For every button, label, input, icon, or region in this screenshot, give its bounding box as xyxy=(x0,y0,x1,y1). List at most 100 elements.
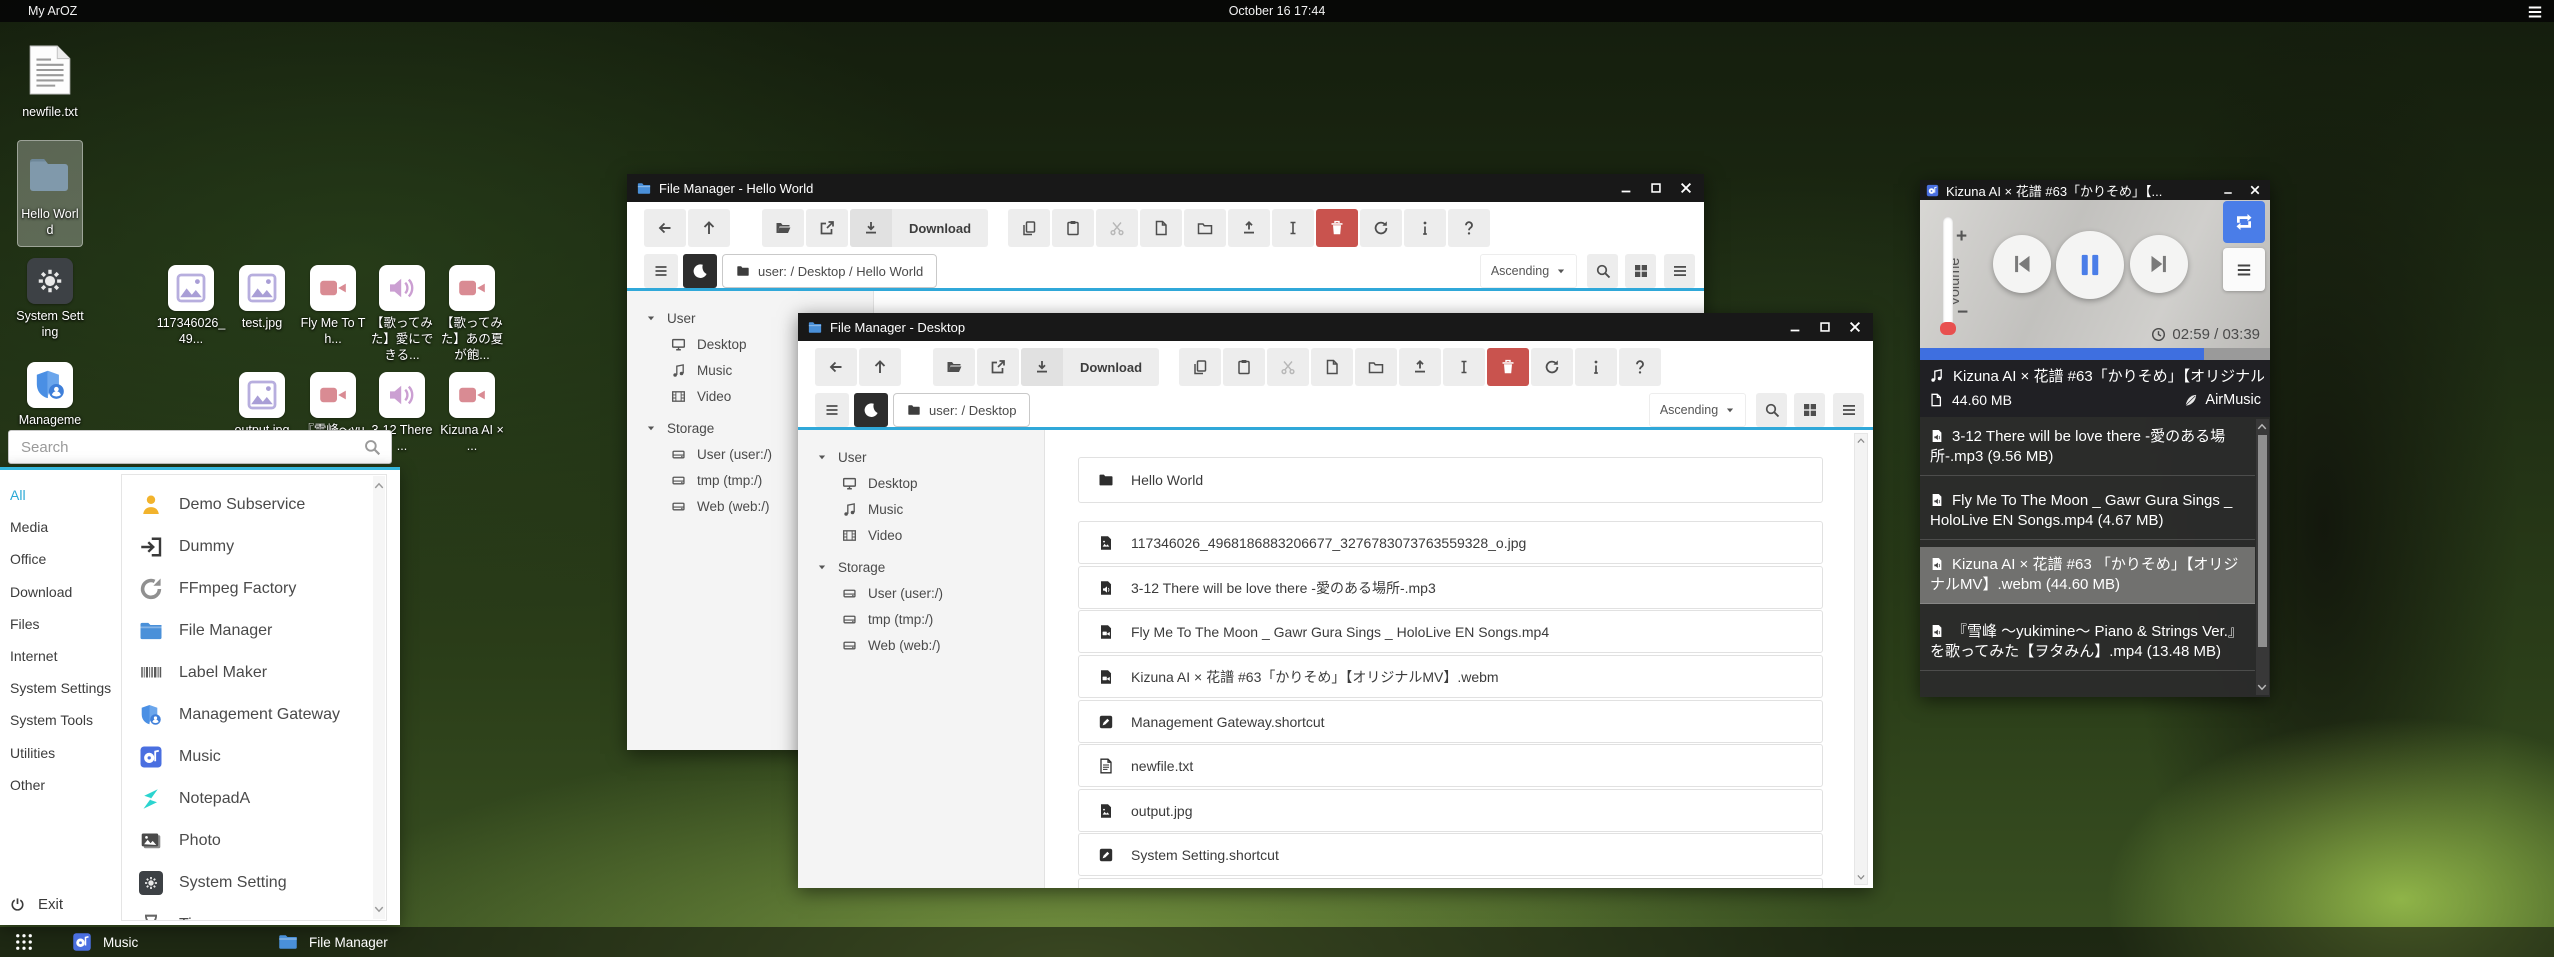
file-row-newfile-txt[interactable]: newfile.txt xyxy=(1078,744,1823,787)
player-menu-button[interactable] xyxy=(2223,248,2265,291)
category-system-tools[interactable]: System Tools xyxy=(0,704,120,736)
grid-view-button[interactable] xyxy=(1794,393,1825,427)
dark-mode-button[interactable] xyxy=(854,393,888,427)
download-button[interactable]: Download xyxy=(850,209,988,247)
sidebar-item-music[interactable]: Music xyxy=(798,496,1044,522)
playlist-item-1[interactable]: Fly Me To The Moon _ Gawr Gura Sings _ H… xyxy=(1920,483,2255,540)
category-download[interactable]: Download xyxy=(0,576,120,608)
new-file-button[interactable] xyxy=(1140,209,1182,247)
app-label-maker[interactable]: Label Maker xyxy=(122,652,372,694)
up-button[interactable] xyxy=(859,348,901,386)
scrollbar-thumb[interactable] xyxy=(2258,435,2267,647)
app-music[interactable]: Music xyxy=(122,736,372,778)
breadcrumb[interactable]: user: / Desktop / Hello World xyxy=(722,254,937,288)
sidebar-item-user-drive[interactable]: User (user:/) xyxy=(798,580,1044,606)
file-row-management-gateway-shortcut[interactable]: Management Gateway.shortcut xyxy=(1078,700,1823,743)
refresh-button[interactable] xyxy=(1531,348,1573,386)
playlist-item-0[interactable]: 3-12 There will be love there -愛のある場所-.m… xyxy=(1920,419,2255,476)
desktop-icon-management-gateway[interactable]: Manageme xyxy=(8,362,92,428)
desktop-icon-kizuna-ai[interactable]: Kizuna AI × ... xyxy=(430,372,514,454)
volume-slider[interactable] xyxy=(1943,217,1953,329)
new-folder-button[interactable] xyxy=(1355,348,1397,386)
sidebar-item-video[interactable]: Video xyxy=(798,522,1044,548)
list-view-button[interactable] xyxy=(1664,254,1695,288)
back-button[interactable] xyxy=(644,209,686,247)
open-new-tab-button[interactable] xyxy=(806,209,848,247)
title-bar[interactable]: File Manager - Hello World xyxy=(627,174,1704,202)
search-input[interactable] xyxy=(19,438,363,457)
volume-down-button[interactable]: − xyxy=(1957,302,1968,324)
sidebar-toggle-button[interactable] xyxy=(644,254,678,288)
app-system-setting[interactable]: System Setting xyxy=(122,862,372,904)
app-list-scrollbar[interactable] xyxy=(373,476,385,919)
refresh-button[interactable] xyxy=(1360,209,1402,247)
close-button[interactable] xyxy=(1672,174,1700,202)
app-timer[interactable]: Timer xyxy=(122,904,372,921)
minimize-button[interactable] xyxy=(1612,174,1640,202)
delete-button[interactable] xyxy=(1316,209,1358,247)
category-office[interactable]: Office xyxy=(0,543,120,575)
playlist-item-2[interactable]: Kizuna AI × 花譜 #63 「かりそめ」【オリジナルMV】.webm … xyxy=(1920,547,2255,604)
file-row-hello-world[interactable]: Hello World xyxy=(1078,457,1823,503)
rename-button[interactable] xyxy=(1272,209,1314,247)
minimize-button[interactable] xyxy=(1781,313,1809,341)
search-box[interactable] xyxy=(8,430,392,464)
taskbar-item-file-manager[interactable]: File Manager xyxy=(278,927,388,957)
copy-button[interactable] xyxy=(1008,209,1050,247)
delete-button[interactable] xyxy=(1487,348,1529,386)
close-button[interactable] xyxy=(1841,313,1869,341)
breadcrumb[interactable]: user: / Desktop xyxy=(893,393,1030,427)
category-utilities[interactable]: Utilities xyxy=(0,737,120,769)
info-button[interactable] xyxy=(1404,209,1446,247)
desktop-icon-system-setting[interactable]: System Setting xyxy=(8,258,92,340)
file-row-kizuna-ai[interactable]: Kizuna AI × 花譜 #63「かりそめ」【オリジナルMV】.webm xyxy=(1078,655,1823,698)
paste-button[interactable] xyxy=(1052,209,1094,247)
app-management-gateway[interactable]: Management Gateway xyxy=(122,694,372,736)
help-button[interactable] xyxy=(1619,348,1661,386)
open-new-tab-button[interactable] xyxy=(977,348,1019,386)
open-button[interactable] xyxy=(933,348,975,386)
volume-slider-handle[interactable] xyxy=(1940,322,1956,335)
up-button[interactable] xyxy=(688,209,730,247)
app-file-manager[interactable]: File Manager xyxy=(122,610,372,652)
download-button[interactable]: Download xyxy=(1021,348,1159,386)
app-demo-subservice[interactable]: Demo Subservice xyxy=(122,484,372,526)
sort-dropdown[interactable]: Ascending xyxy=(1649,393,1746,427)
category-system-settings[interactable]: System Settings xyxy=(0,672,120,704)
progress-bar[interactable] xyxy=(1920,348,2270,360)
pause-button[interactable] xyxy=(2056,231,2124,299)
paste-button[interactable] xyxy=(1223,348,1265,386)
info-button[interactable] xyxy=(1575,348,1617,386)
open-button[interactable] xyxy=(762,209,804,247)
desktop-icon-utattemita-natsu[interactable]: 【歌ってみた】あの夏が飽... xyxy=(430,265,514,363)
app-notepada[interactable]: NotepadA xyxy=(122,778,372,820)
playlist-scrollbar[interactable] xyxy=(2256,419,2269,695)
file-row-117346026[interactable]: 117346026_4968186883206677_3276783073763… xyxy=(1078,521,1823,564)
minimize-button[interactable] xyxy=(2216,180,2240,200)
category-internet[interactable]: Internet xyxy=(0,640,120,672)
maximize-button[interactable] xyxy=(1642,174,1670,202)
file-row-output-jpg[interactable]: output.jpg xyxy=(1078,789,1823,832)
next-track-button[interactable] xyxy=(2130,235,2188,293)
playlist-item-3[interactable]: 『雪峰 ～yukimine～ Piano & Strings Ver.』を歌って… xyxy=(1920,614,2255,671)
app-dummy[interactable]: Dummy xyxy=(122,526,372,568)
sidebar-toggle-button[interactable] xyxy=(815,393,849,427)
sidebar-item-web-drive[interactable]: Web (web:/) xyxy=(798,632,1044,658)
file-row-fly-me-to-the-moon[interactable]: Fly Me To The Moon _ Gawr Gura Sings _ H… xyxy=(1078,610,1823,653)
back-button[interactable] xyxy=(815,348,857,386)
file-row-system-setting-shortcut[interactable]: System Setting.shortcut xyxy=(1078,833,1823,876)
cut-button[interactable] xyxy=(1096,209,1138,247)
file-row-3-12-there[interactable]: 3-12 There will be love there -愛のある場所-.m… xyxy=(1078,566,1823,609)
category-files[interactable]: Files xyxy=(0,608,120,640)
sort-dropdown[interactable]: Ascending xyxy=(1480,254,1577,288)
dark-mode-button[interactable] xyxy=(683,254,717,288)
search-button[interactable] xyxy=(1587,254,1618,288)
sidebar-item-desktop[interactable]: Desktop xyxy=(798,470,1044,496)
volume-up-button[interactable]: + xyxy=(1956,226,1967,248)
sidebar-item-tmp-drive[interactable]: tmp (tmp:/) xyxy=(798,606,1044,632)
upload-button[interactable] xyxy=(1228,209,1270,247)
sidebar-group-storage[interactable]: Storage xyxy=(798,554,1044,580)
new-file-button[interactable] xyxy=(1311,348,1353,386)
file-list-scrollbar[interactable] xyxy=(1854,433,1868,885)
app-ffmpeg-factory[interactable]: FFmpeg Factory xyxy=(122,568,372,610)
